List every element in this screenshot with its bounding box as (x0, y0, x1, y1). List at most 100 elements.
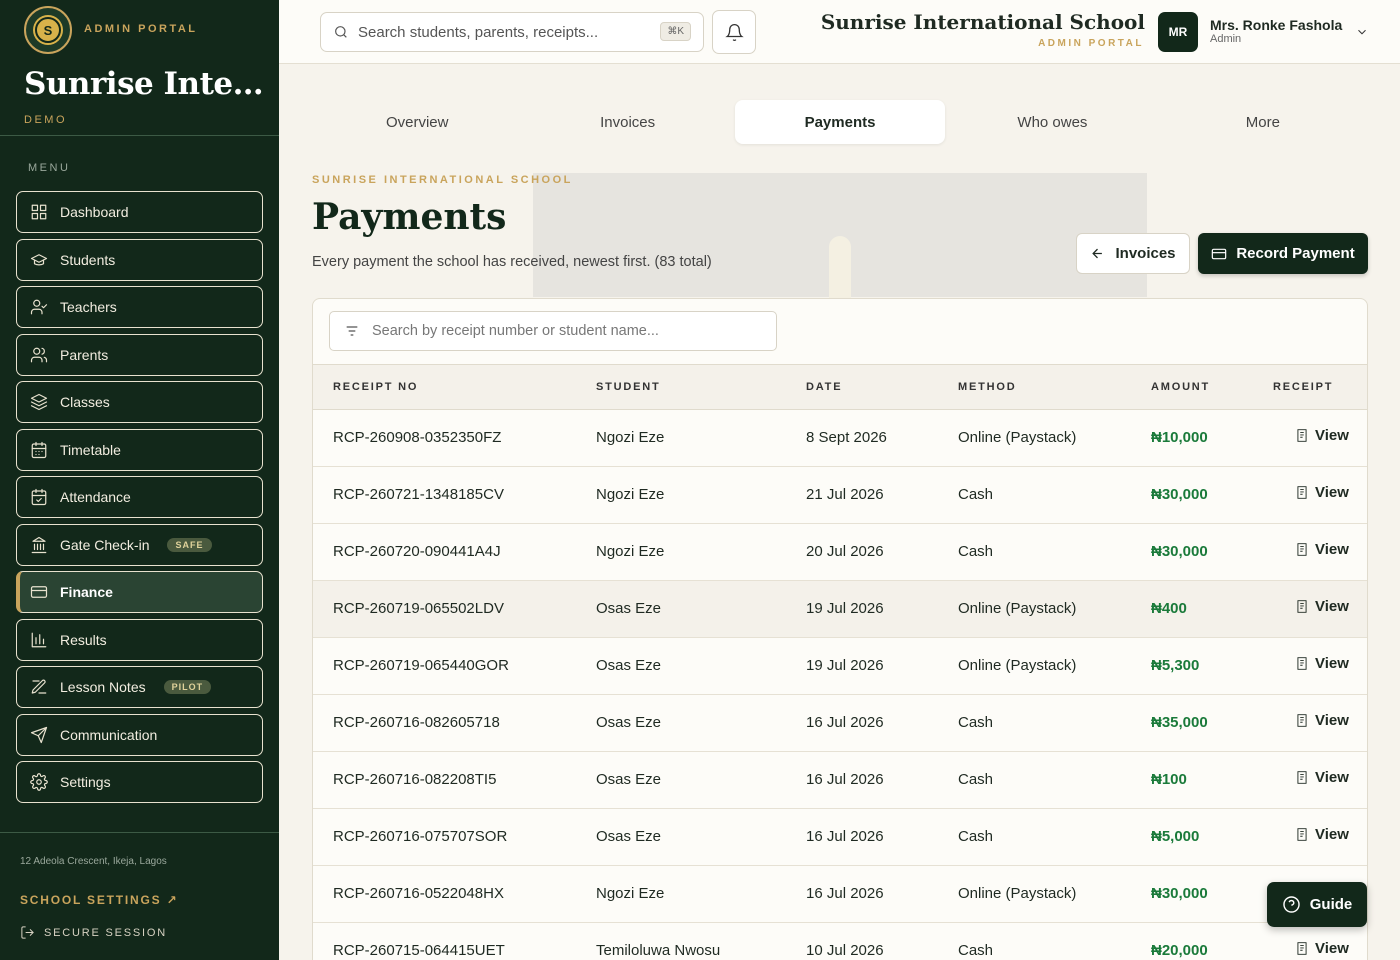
sidebar-item-teachers[interactable]: Teachers (16, 286, 263, 328)
payments-table-card: RECEIPT NO STUDENT DATE METHOD AMOUNT RE… (312, 298, 1368, 960)
sidebar-item-lesson-notes[interactable]: Lesson Notes PILOT (16, 666, 263, 708)
sidebar-nav: Dashboard Students Teachers Parents Classes T… (16, 191, 263, 809)
view-receipt-button[interactable]: View (1295, 769, 1349, 786)
receipt-number: RCP-260719-065502LDV (333, 600, 504, 617)
tab-payments[interactable]: Payments (734, 100, 946, 144)
sidebar-item-attendance[interactable]: Attendance (16, 476, 263, 518)
table-search-input[interactable] (372, 323, 772, 339)
sidebar-item-students[interactable]: Students (16, 238, 263, 281)
header-school-title: Sunrise International School (820, 10, 1145, 34)
view-receipt-button[interactable]: View (1295, 712, 1349, 729)
notifications-button[interactable] (712, 10, 756, 54)
tab-invoices[interactable]: Invoices (522, 100, 732, 144)
table-row[interactable]: RCP-260721-1348185CV Ngozi Eze 21 Jul 2026… (313, 467, 1367, 524)
payment-date: 19 Jul 2026 (806, 657, 884, 674)
secure-session-label: SECURE SESSION (44, 926, 168, 939)
payment-date: 16 Jul 2026 (806, 828, 884, 845)
view-receipt-button[interactable]: View (1295, 655, 1349, 672)
sidebar-item-label: Gate Check-in (60, 536, 150, 553)
secure-session-link[interactable]: SECURE SESSION (20, 925, 167, 940)
receipt-icon (1297, 828, 1307, 841)
table-row[interactable]: RCP-260716-0522048HX Ngozi Eze 16 Jul 2026… (313, 866, 1367, 923)
sidebar-item-timetable[interactable]: Timetable (16, 428, 263, 471)
record-payment-label: Record Payment (1236, 245, 1355, 262)
tab-who-owes[interactable]: Who owes (947, 100, 1157, 144)
student-name: Osas Eze (596, 600, 662, 617)
sidebar-item-communication[interactable]: Communication (16, 713, 263, 756)
school-logo[interactable]: S (24, 6, 72, 54)
view-receipt-button[interactable]: View (1295, 826, 1349, 843)
sidebar-item-dashboard[interactable]: Dashboard (16, 191, 263, 233)
invoices-button[interactable]: Invoices (1076, 233, 1190, 274)
sidebar-school-name: Sunrise Intern... (24, 66, 264, 102)
search-icon (335, 26, 347, 38)
payment-method: Online (Paystack) (958, 657, 1077, 674)
view-receipt-button[interactable]: View (1295, 484, 1349, 501)
receipt-number: RCP-260716-075707SOR (333, 828, 508, 845)
view-receipt-label: View (1315, 712, 1349, 729)
payment-amount: ₦30,000 (1151, 543, 1208, 560)
student-name: Ngozi Eze (596, 543, 665, 560)
sidebar-item-settings[interactable]: Settings (16, 761, 263, 803)
grid-icon (31, 204, 47, 220)
shortcut-hint: ⌘K (660, 22, 691, 41)
credit-card-icon (1212, 248, 1227, 259)
sidebar-item-label: Lesson Notes (60, 679, 146, 695)
receipt-icon (1297, 429, 1307, 442)
view-receipt-button[interactable]: View (1295, 541, 1349, 558)
table-row[interactable]: RCP-260716-082605718 Osas Eze 16 Jul 2026 C… (313, 695, 1367, 752)
sidebar-item-finance[interactable]: Finance (16, 571, 263, 613)
tab-more[interactable]: More (1158, 100, 1368, 144)
sidebar-item-parents[interactable]: Parents (16, 333, 263, 376)
column-header-date: DATE (806, 381, 843, 393)
table-row[interactable]: RCP-260715-064415UET Temiloluwa Nwosu 10 J… (313, 923, 1367, 960)
payment-amount: ₦5,000 (1151, 828, 1200, 845)
school-address: 12 Adeola Crescent, Ikeja, Lagos (20, 856, 167, 867)
table-row[interactable]: RCP-260908-0352350FZ Ngozi Eze 8 Sept 2026… (313, 410, 1367, 467)
table-header: RECEIPT NO STUDENT DATE METHOD AMOUNT RE… (313, 364, 1367, 410)
sidebar-item-badge: PILOT (163, 680, 212, 694)
table-row[interactable]: RCP-260719-065440GOR Osas Eze 19 Jul 2026 O… (313, 638, 1367, 695)
table-row[interactable]: RCP-260716-075707SOR Osas Eze 16 Jul 2026 C… (313, 809, 1367, 866)
sidebar-item-classes[interactable]: Classes (16, 381, 263, 423)
record-payment-button[interactable]: Record Payment (1198, 233, 1368, 274)
avatar[interactable]: MR (1158, 12, 1198, 52)
view-receipt-label: View (1315, 427, 1349, 444)
sidebar-item-label: Timetable (60, 441, 121, 458)
user-check-icon (30, 299, 48, 315)
payment-amount: ₦5,300 (1151, 657, 1200, 674)
table-row[interactable]: RCP-260719-065502LDV Osas Eze 19 Jul 2026 O… (313, 581, 1367, 638)
calendar-check-icon (31, 488, 47, 506)
chevron-down-icon[interactable] (1355, 25, 1369, 39)
view-receipt-button[interactable]: View (1295, 598, 1349, 615)
global-search-input[interactable] (358, 23, 648, 41)
view-receipt-button[interactable]: View (1295, 427, 1349, 444)
receipt-number: RCP-260721-1348185CV (333, 486, 504, 503)
global-search[interactable]: ⌘K (320, 12, 704, 52)
receipt-number: RCP-260716-082605718 (333, 714, 500, 731)
receipt-icon (1297, 657, 1307, 670)
table-row[interactable]: RCP-260716-082208TI5 Osas Eze 16 Jul 2026 C… (313, 752, 1367, 809)
layers-icon (30, 393, 48, 411)
tab-overview[interactable]: Overview (312, 100, 522, 144)
table-row[interactable]: RCP-260720-090441A4J Ngozi Eze 20 Jul 2026… (313, 524, 1367, 581)
payment-method: Cash (958, 771, 994, 788)
view-receipt-button[interactable]: View (1295, 940, 1349, 957)
sidebar-item-gate-check-in[interactable]: Gate Check-in SAFE (16, 523, 263, 566)
receipt-number: RCP-260715-064415UET (333, 942, 505, 959)
sidebar-item-results[interactable]: Results (16, 618, 263, 661)
school-settings-link[interactable]: SCHOOL SETTINGS ↗ (20, 893, 178, 907)
payment-amount: ₦35,000 (1151, 714, 1208, 731)
payment-method: Cash (958, 828, 994, 845)
receipt-icon (1297, 486, 1307, 499)
guide-button[interactable]: Guide (1267, 882, 1367, 927)
payment-amount: ₦20,000 (1151, 942, 1208, 959)
sidebar-item-label: Classes (60, 394, 110, 410)
user-name[interactable]: Mrs. Ronke Fashola (1210, 17, 1342, 33)
view-receipt-label: View (1315, 484, 1349, 501)
logout-icon (21, 926, 34, 939)
table-search[interactable] (329, 311, 777, 351)
menu-label: MENU (28, 162, 71, 174)
filter-icon (346, 326, 358, 336)
page-eyebrow: SUNRISE INTERNATIONAL SCHOOL (312, 174, 573, 186)
